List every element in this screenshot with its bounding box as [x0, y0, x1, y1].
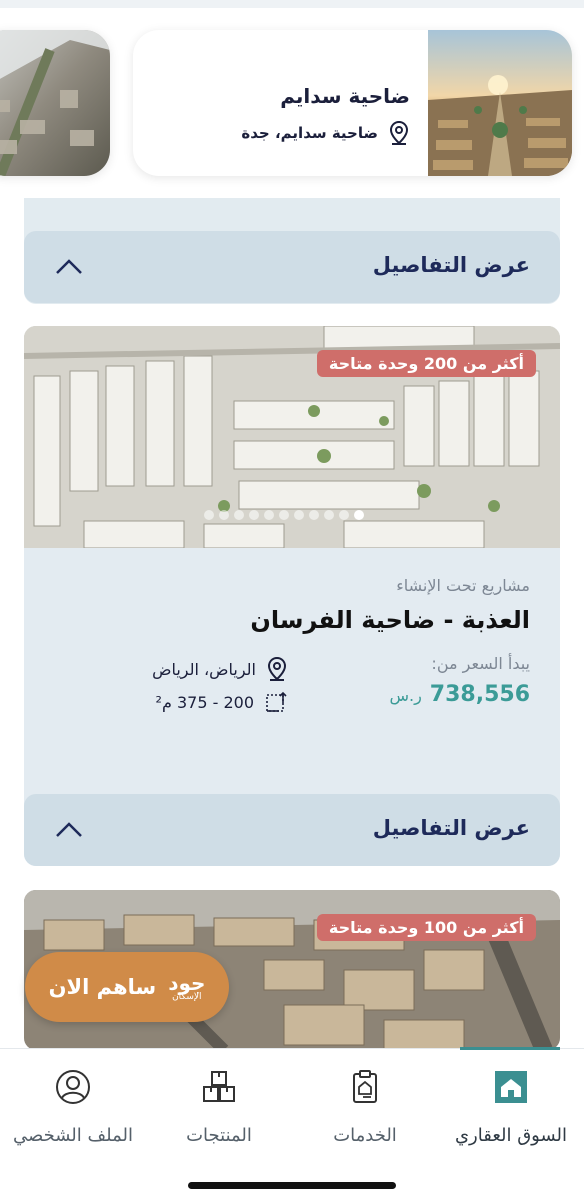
- project-location: الرياض، الرياض: [152, 656, 288, 682]
- featured-location: ضاحية سدايم، جدة: [241, 120, 410, 146]
- price: 738,556 ر.س: [389, 682, 530, 707]
- project-status: مشاريع تحت الإنشاء: [396, 576, 530, 595]
- contribute-now-button[interactable]: ساهم الان جود الإسكان: [25, 952, 229, 1022]
- image-carousel-indicator[interactable]: [204, 510, 364, 520]
- location-pin-icon: [389, 120, 409, 145]
- active-tab-indicator: [460, 1047, 560, 1050]
- chevron-up-icon: [56, 822, 82, 837]
- project-card[interactable]: أكثر من 200 وحدة متاحة مشاريع تحت الإنشا…: [24, 326, 560, 866]
- project-aerial-image: [428, 30, 572, 176]
- availability-badge: أكثر من 200 وحدة متاحة: [316, 350, 536, 377]
- area-icon: [266, 691, 287, 712]
- show-details-button[interactable]: عرض التفاصيل: [24, 794, 560, 866]
- nav-label: السوق العقاري: [454, 1125, 568, 1146]
- price-currency: ر.س: [389, 686, 422, 705]
- featured-location-text: ضاحية سدايم، جدة: [241, 124, 378, 142]
- home-indicator[interactable]: [188, 1182, 396, 1189]
- boxes-icon: [203, 1071, 235, 1102]
- user-icon: [56, 1070, 90, 1104]
- price-label: يبدأ السعر من:: [431, 654, 530, 673]
- nav-label: المنتجات: [186, 1125, 252, 1146]
- clipboard-icon: [353, 1070, 377, 1103]
- nav-item-real-estate-market[interactable]: السوق العقاري: [438, 1067, 584, 1146]
- nav-item-profile[interactable]: الملف الشخصي: [0, 1067, 146, 1146]
- joud-logo: جود الإسكان: [168, 970, 206, 1002]
- price-value: 738,556: [429, 682, 530, 707]
- contribute-label: ساهم الان: [48, 975, 157, 999]
- availability-badge: أكثر من 100 وحدة متاحة: [316, 914, 536, 941]
- location-pin-icon: [267, 656, 287, 681]
- show-details-label: عرض التفاصيل: [372, 816, 530, 840]
- nav-item-services[interactable]: الخدمات: [292, 1067, 438, 1146]
- home-icon: [495, 1071, 527, 1103]
- project-area: 200 - 375 م²: [156, 690, 288, 714]
- project-location-text: الرياض، الرياض: [152, 659, 256, 679]
- featured-card-previous[interactable]: [0, 30, 110, 176]
- bottom-navigation: السوق العقاري الخدمات المنتجات الملف الش…: [0, 1047, 584, 1200]
- top-strip: [0, 0, 584, 8]
- show-details-label: عرض التفاصيل: [372, 253, 530, 277]
- featured-project-title: ضاحية سدايم: [280, 84, 410, 108]
- project-area-text: 200 - 375 م²: [155, 692, 254, 712]
- nav-label: الملف الشخصي: [13, 1125, 133, 1146]
- chevron-up-icon: [56, 259, 82, 274]
- show-details-button[interactable]: عرض التفاصيل: [24, 231, 560, 303]
- project-aerial-image: [0, 30, 110, 176]
- featured-project-card[interactable]: ضاحية سدايم ضاحية سدايم، جدة: [133, 30, 572, 176]
- project-name: العذبة - ضاحية الفرسان: [250, 606, 530, 634]
- nav-item-products[interactable]: المنتجات: [146, 1067, 292, 1146]
- nav-label: الخدمات: [333, 1125, 397, 1146]
